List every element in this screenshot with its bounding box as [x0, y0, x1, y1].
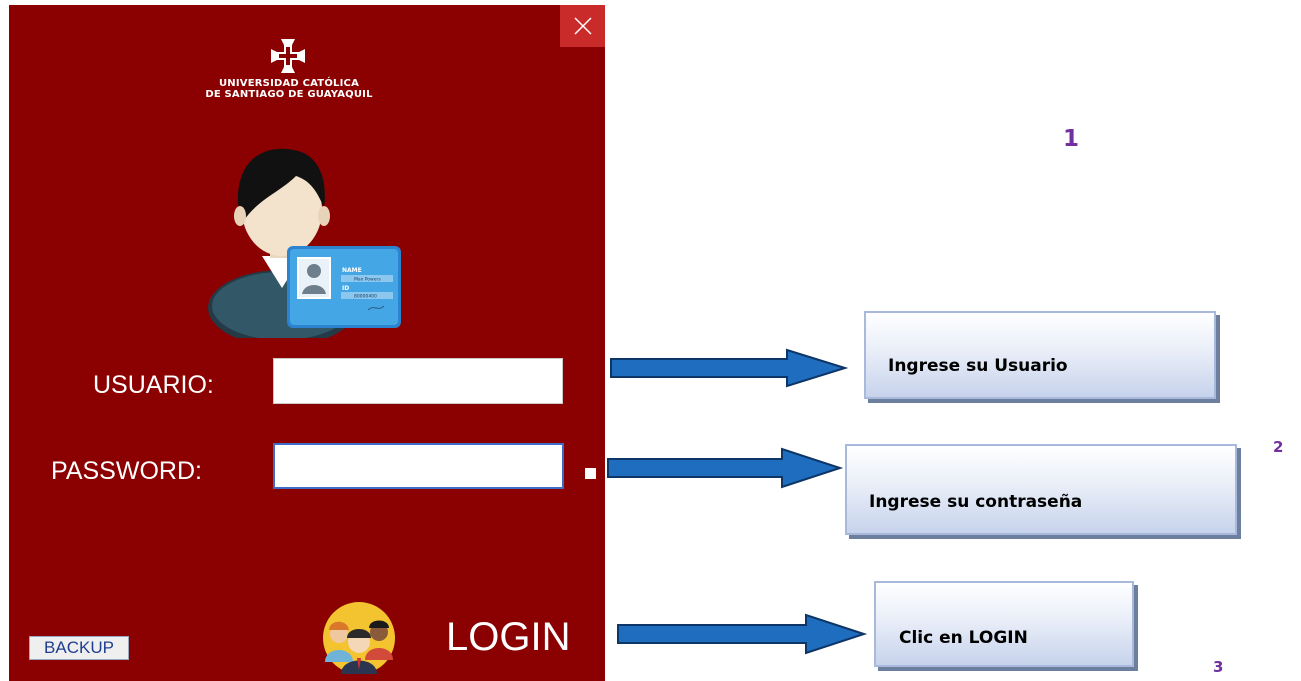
step-number-2: 2: [1273, 438, 1284, 456]
show-password-checkbox[interactable]: [585, 468, 596, 479]
callout-usuario: Ingrese su Usuario: [864, 311, 1216, 399]
card-name-label: NAME: [342, 267, 362, 274]
step-number-1: 1: [1063, 126, 1080, 152]
team-icon[interactable]: [321, 598, 397, 676]
password-label: PASSWORD:: [51, 457, 202, 485]
callout-login: Clic en LOGIN: [874, 581, 1134, 667]
brand-line-2: DE SANTIAGO DE GUAYAQUIL: [205, 89, 373, 100]
usuario-input[interactable]: [273, 358, 563, 404]
usuario-label: USUARIO:: [93, 371, 214, 399]
step-number-3: 3: [1213, 658, 1224, 676]
close-icon: [573, 17, 592, 35]
card-id-value: 80000400: [354, 294, 377, 300]
arrow-right-icon: [607, 447, 844, 489]
card-name-value: Max Powers: [354, 277, 381, 283]
brand-line-1: UNIVERSIDAD CATÓLICA: [218, 78, 360, 89]
login-window: UNIVERSIDAD CATÓLICA DE SANTIAGO DE GUAY…: [9, 5, 605, 681]
card-id-label: ID: [342, 285, 349, 292]
user-id-card-icon: NAME Max Powers ID 80000400: [208, 148, 401, 338]
arrow-right-icon: [610, 348, 849, 388]
brand-name: UNIVERSIDAD CATÓLICA DE SANTIAGO DE GUAY…: [169, 78, 409, 100]
password-input[interactable]: [273, 443, 564, 489]
backup-button[interactable]: BACKUP: [29, 636, 129, 660]
id-card: NAME Max Powers ID 80000400: [287, 246, 401, 328]
arrow-right-icon: [617, 613, 868, 655]
university-logo-icon: [271, 39, 305, 73]
callout-password: Ingrese su contraseña: [845, 444, 1237, 535]
login-button[interactable]: LOGIN: [446, 615, 570, 660]
close-button[interactable]: [560, 5, 605, 47]
